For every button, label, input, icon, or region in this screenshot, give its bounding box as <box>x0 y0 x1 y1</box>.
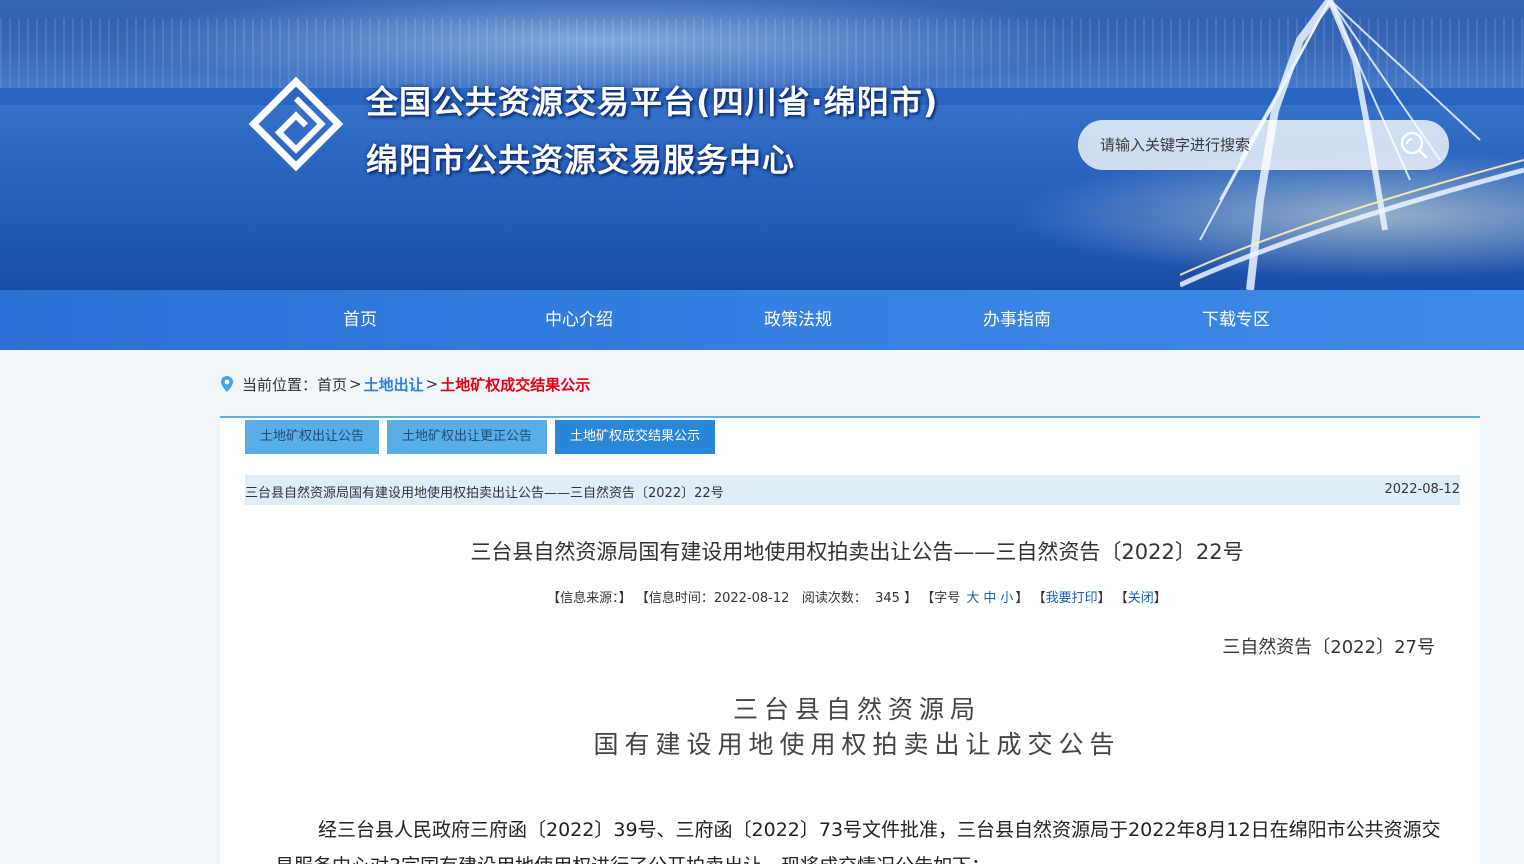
close-link[interactable]: 关闭 <box>1128 591 1154 606</box>
list-item-title[interactable]: 三台县自然资源局国有建设用地使用权拍卖出让公告——三自然资告〔2022〕22号 <box>245 482 724 501</box>
meta-views-label: 阅读次数： <box>801 591 867 606</box>
nav-about[interactable]: 中心介绍 <box>509 290 649 350</box>
search-icon[interactable] <box>1399 130 1429 160</box>
document-number: 三自然资告〔2022〕27号 <box>1222 637 1435 658</box>
nav-download[interactable]: 下载专区 <box>1166 290 1306 350</box>
document-issuer: 三台县自然资源局 <box>732 695 981 724</box>
meta-print-open: 【 <box>1032 591 1046 606</box>
location-pin-icon <box>221 376 233 392</box>
main-nav: 首页 中心介绍 政策法规 办事指南 下载专区 <box>0 290 1524 350</box>
breadcrumb-separator: > <box>349 375 362 393</box>
article-meta: 【信息来源：】 【信息时间：2022-08-12 阅读次数： 345 】 【字号… <box>220 587 1494 606</box>
meta-print-close: 】 <box>1097 591 1111 606</box>
breadcrumb-home[interactable]: 首页 <box>317 374 347 395</box>
font-size-small[interactable]: 小 <box>1000 591 1013 606</box>
print-link[interactable]: 我要打印 <box>1046 591 1098 606</box>
tab-correction-notice[interactable]: 土地矿权出让更正公告 <box>387 420 548 454</box>
article-title: 三台县自然资源局国有建设用地使用权拍卖出让公告——三自然资告〔2022〕22号 <box>470 540 1244 564</box>
meta-time-value: 2022-08-12 <box>713 591 790 606</box>
list-item-date: 2022-08-12 <box>1384 482 1460 497</box>
nav-guide[interactable]: 办事指南 <box>947 290 1087 350</box>
nav-policy[interactable]: 政策法规 <box>728 290 868 350</box>
content-panel: 土地矿权出让公告 土地矿权出让更正公告 土地矿权成交结果公示 三台县自然资源局国… <box>220 416 1480 864</box>
meta-views-value: 345 <box>875 591 900 606</box>
breadcrumb-current: 土地矿权成交结果公示 <box>440 375 591 394</box>
breadcrumb-prefix: 当前位置： <box>242 375 318 394</box>
nav-home[interactable]: 首页 <box>290 290 430 350</box>
article-body: 经三台县人民政府三府函〔2022〕39号、三府函〔2022〕73号文件批准，三台… <box>275 819 1441 864</box>
font-size-medium[interactable]: 中 <box>983 591 996 606</box>
category-tabs: 土地矿权出让公告 土地矿权出让更正公告 土地矿权成交结果公示 <box>245 420 723 454</box>
search-box <box>1078 120 1449 170</box>
document-heading: 国有建设用地使用权拍卖出让成交公告 <box>593 730 1121 759</box>
meta-font-label: 【字号 <box>921 591 961 606</box>
meta-source: 【信息来源：】 <box>547 591 632 606</box>
platform-logo <box>248 76 344 172</box>
breadcrumb: 当前位置： 首页 > 土地出让 > 土地矿权成交结果公示 <box>220 372 590 396</box>
breadcrumb-separator: > <box>425 375 439 393</box>
list-item[interactable]: 三台县自然资源局国有建设用地使用权拍卖出让公告——三自然资告〔2022〕22号 … <box>245 475 1460 505</box>
tab-result-notice[interactable]: 土地矿权成交结果公示 <box>555 420 716 454</box>
meta-views-close: 】 <box>904 591 918 606</box>
meta-time-label: 【信息时间： <box>635 591 714 606</box>
font-size-large[interactable]: 大 <box>966 591 979 606</box>
tab-transfer-notice[interactable]: 土地矿权出让公告 <box>245 420 380 454</box>
search-input[interactable] <box>1100 136 1390 154</box>
meta-font-close: 】 <box>1015 591 1029 606</box>
center-title: 绵阳市公共资源交易服务中心 <box>366 141 796 179</box>
meta-close-open: 【 <box>1114 591 1128 606</box>
platform-title: 全国公共资源交易平台(四川省·绵阳市) <box>366 83 939 121</box>
breadcrumb-land-transfer[interactable]: 土地出让 <box>364 374 424 395</box>
header-banner: 全国公共资源交易平台(四川省·绵阳市) 绵阳市公共资源交易服务中心 <box>0 0 1524 290</box>
meta-close-close: 】 <box>1153 591 1167 606</box>
